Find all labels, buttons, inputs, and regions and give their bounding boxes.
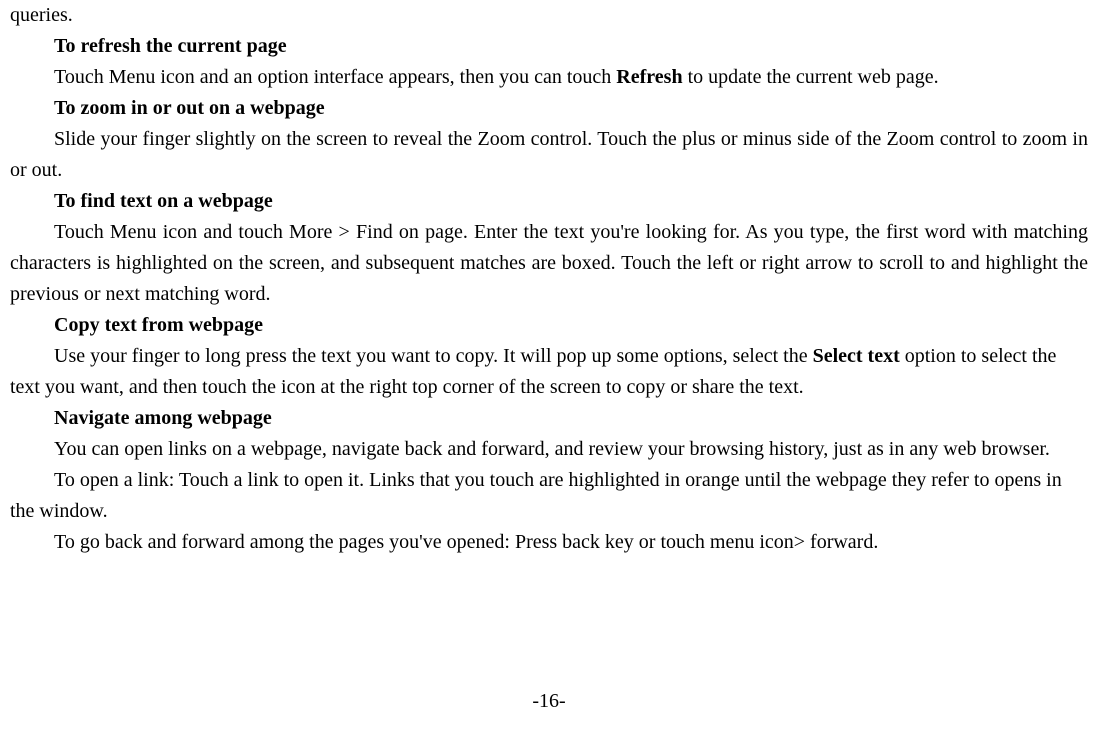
text-run: to update the current web page.: [683, 66, 939, 88]
body-text: Touch Menu icon and touch More > Find on…: [10, 217, 1088, 310]
text-run-bold: Select text: [813, 345, 900, 367]
section-heading: To zoom in or out on a webpage: [10, 93, 1088, 124]
section-heading: Copy text from webpage: [10, 310, 1088, 341]
body-text: Touch Menu icon and an option interface …: [10, 62, 1088, 93]
section-heading: To refresh the current page: [10, 31, 1088, 62]
body-text: You can open links on a webpage, navigat…: [10, 434, 1088, 465]
page-number: -16-: [0, 686, 1098, 717]
body-text: Use your finger to long press the text y…: [10, 341, 1088, 403]
document-page: queries. To refresh the current page Tou…: [0, 0, 1098, 558]
section-heading: To find text on a webpage: [10, 186, 1088, 217]
body-text: queries.: [10, 0, 1088, 31]
body-text: To go back and forward among the pages y…: [10, 527, 1088, 558]
text-run: Use your finger to long press the text y…: [54, 345, 813, 367]
text-run: Touch Menu icon and an option interface …: [54, 66, 616, 88]
body-text: Slide your finger slightly on the screen…: [10, 124, 1088, 186]
section-heading: Navigate among webpage: [10, 403, 1088, 434]
body-text: To open a link: Touch a link to open it.…: [10, 465, 1088, 527]
text-run-bold: Refresh: [616, 66, 682, 88]
